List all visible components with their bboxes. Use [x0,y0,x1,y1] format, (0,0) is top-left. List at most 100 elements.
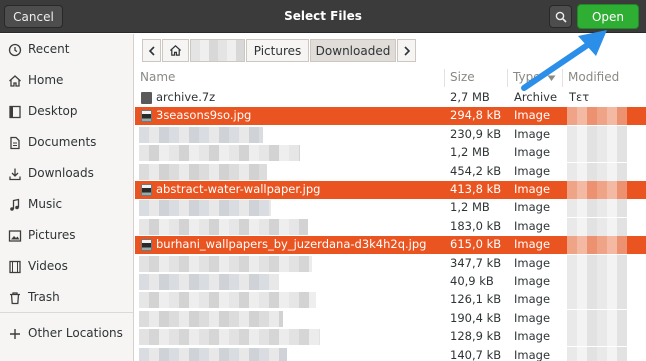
sidebar-item-documents[interactable]: Documents [0,129,133,157]
path-home-button[interactable] [162,39,189,62]
plus-icon [10,329,20,339]
file-size: 294,8 kB [450,108,502,123]
sidebar-item-label: Downloads [28,166,94,180]
file-row[interactable]: 3seasons9so.jpg 294,8 kB Image [135,107,646,126]
music-icon [10,198,20,211]
redacted-file-name [139,126,263,143]
file-row[interactable]: 190,4 kB Image [135,309,646,328]
file-size: 454,2 kB [450,163,502,178]
sidebar-separator [0,312,133,313]
file-row[interactable]: 140,7 kB Image [135,346,646,361]
sidebar-item-label: Home [28,73,64,87]
sidebar-item-label: Pictures [28,228,76,242]
sidebar-item-label: Videos [28,259,68,273]
file-size: 230,9 kB [450,126,502,141]
file-type: Image [514,108,551,123]
search-button[interactable] [549,5,572,28]
redacted-modified-date [567,309,627,328]
file-type: Image [514,329,551,344]
sidebar-item-home[interactable]: Home [0,67,133,95]
file-size: 128,9 kB [450,329,502,344]
redacted-file-name [139,218,308,235]
path-segment-user[interactable] [190,39,245,62]
file-size: 126,1 kB [450,292,502,307]
file-row[interactable]: 183,0 kB Image [135,217,646,236]
redacted-modified-date [567,273,627,291]
redacted-file-name [139,292,316,309]
file-row[interactable]: 454,2 kB Image [135,162,646,181]
file-row[interactable]: abstract-water-wallpaper.jpg 413,8 kB Imag… [135,181,646,199]
sidebar-item-label: Other Locations [28,326,123,340]
path-forward-button[interactable] [397,39,416,62]
column-divider [444,69,445,87]
redacted-file-name [139,329,320,346]
file-type: Image [514,347,551,361]
path-segment-downloaded[interactable]: Downloaded [310,39,396,62]
redacted-file-name [139,255,312,272]
file-type: Image [514,274,551,288]
archive-icon [141,92,152,104]
redacted-modified-date [567,199,627,218]
sidebar-item-pictures[interactable]: Pictures [0,222,133,250]
file-row[interactable]: 1,2 MB Image [135,199,646,218]
desktop-icon [9,105,21,119]
column-header-name[interactable]: Name [140,70,175,84]
file-name: archive.7z [156,90,216,104]
redacted-modified-date [567,144,627,163]
file-row[interactable]: 1,2 MB Image [135,144,646,163]
file-type: Image [514,200,551,215]
sidebar-item-label: Music [28,197,63,211]
sidebar-item-recent[interactable]: Recent [0,36,133,64]
sidebar-item-label: Trash [28,290,60,304]
file-row[interactable]: burhani_wallpapers_by_juzerdana-d3k4h2q.… [135,236,646,255]
file-size: 40,9 kB [450,274,494,288]
redacted-modified-date [567,254,627,273]
sidebar-item-trash[interactable]: Trash [0,284,133,312]
sidebar-item-label: Desktop [28,104,78,118]
file-name: burhani_wallpapers_by_juzerdana-d3k4h2q.… [156,237,427,252]
document-icon [10,136,20,150]
redacted-file-name [139,145,300,162]
column-header-size[interactable]: Size [450,70,475,84]
file-row[interactable]: 126,1 kB Image [135,291,646,310]
sidebar-item-videos[interactable]: Videos [0,253,133,281]
file-row[interactable]: 347,7 kB Image [135,254,646,273]
column-divider [507,69,508,87]
sidebar-item-desktop[interactable]: Desktop [0,98,133,126]
image-icon [141,239,152,252]
home-icon [9,75,21,87]
path-back-button[interactable] [142,39,161,62]
chevron-right-icon [403,45,410,56]
chevron-left-icon [148,45,155,56]
file-size: 615,0 kB [450,237,502,252]
path-segment-pictures[interactable]: Pictures [246,39,309,62]
file-size: 183,0 kB [450,218,502,233]
redacted-file-name [139,200,271,217]
file-size: 1,2 MB [450,200,490,215]
sidebar-item-label: Recent [28,42,70,56]
redacted-modified-date [567,162,627,181]
places-sidebar: Recent Home Desktop Documents Downloads … [0,34,134,361]
file-row[interactable]: 40,9 kB Image [135,273,646,291]
trash-icon [10,292,20,305]
file-type: Image [514,218,551,233]
file-row[interactable]: 128,9 kB Image [135,328,646,347]
file-type: Image [514,163,551,178]
cancel-button[interactable]: Cancel [4,5,63,28]
search-icon [555,11,567,23]
file-type: Image [514,126,551,141]
home-icon [169,45,182,56]
redacted-modified-date [567,181,627,199]
file-size: 2,7 MB [450,90,490,104]
sidebar-item-other-locations[interactable]: Other Locations [0,320,133,348]
sidebar-item-music[interactable]: Music [0,191,133,219]
image-icon [141,110,152,123]
redacted-modified-date [567,217,627,236]
file-row[interactable]: 230,9 kB Image [135,125,646,144]
clock-icon [8,43,22,57]
video-icon [9,260,21,274]
picture-icon [8,230,22,242]
file-type: Image [514,182,551,196]
annotation-arrow-icon [521,30,607,91]
sidebar-item-downloads[interactable]: Downloads [0,160,133,188]
